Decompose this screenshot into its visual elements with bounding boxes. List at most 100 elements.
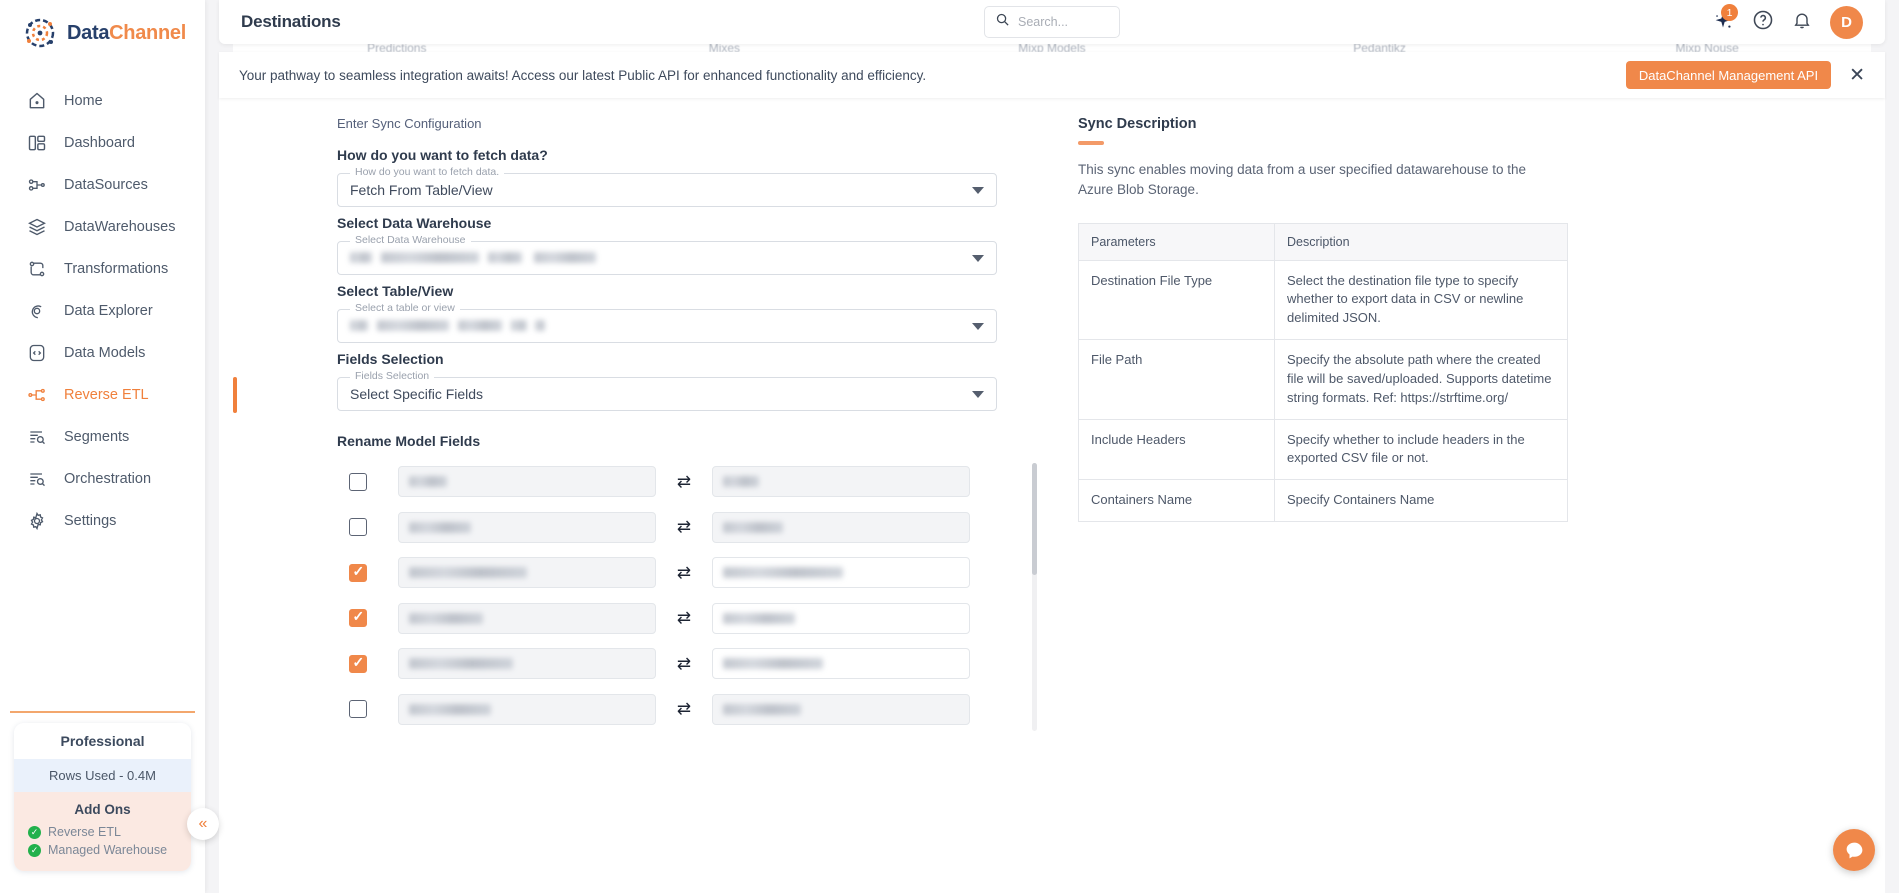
- source-field-input[interactable]: [398, 511, 656, 543]
- sidebar-collapse-button[interactable]: «: [187, 808, 219, 840]
- rename-field-checkbox[interactable]: [349, 518, 367, 537]
- source-field-input[interactable]: [398, 466, 656, 498]
- swap-arrows-icon: ⇄: [676, 699, 692, 719]
- reverse-etl-icon: [26, 384, 48, 406]
- rename-model-fields-title: Rename Model Fields: [337, 433, 481, 449]
- source-field-input[interactable]: [398, 557, 656, 589]
- avatar[interactable]: D: [1830, 5, 1863, 39]
- bell-icon[interactable]: [1792, 10, 1812, 35]
- top-bar-actions: 1 D: [1712, 4, 1863, 39]
- select-box[interactable]: [337, 241, 997, 275]
- dashboard-icon: [26, 132, 48, 154]
- sync-description-title: Sync Description: [1078, 116, 1197, 132]
- table-header-row: Parameters Description: [1078, 222, 1568, 261]
- chat-support-button[interactable]: [1833, 829, 1875, 871]
- ai-assistant-button[interactable]: 1: [1712, 4, 1738, 33]
- rename-field-checkbox[interactable]: [349, 654, 367, 673]
- close-icon[interactable]: ✕: [1849, 66, 1865, 85]
- brand-name-part1: Data: [67, 21, 110, 44]
- sidebar-item-data-models[interactable]: Data Models: [0, 332, 205, 374]
- management-api-button[interactable]: DataChannel Management API: [1625, 61, 1832, 89]
- chevron-down-icon: [972, 322, 984, 330]
- search-input[interactable]: Search...: [984, 6, 1120, 38]
- segments-icon: [26, 426, 48, 448]
- parameter-description: Specify the absolute path where the crea…: [1274, 339, 1568, 420]
- select-value: Select Specific Fields: [350, 386, 484, 402]
- sidebar-item-label: Settings: [64, 513, 117, 529]
- table-view-select[interactable]: Select a table or view: [337, 302, 997, 343]
- sidebar-item-label: Data Models: [64, 345, 146, 361]
- check-circle-icon: ✓: [28, 825, 41, 839]
- sidebar-item-settings[interactable]: Settings: [0, 500, 205, 542]
- fields-selection-select[interactable]: Fields Selection Select Specific Fields: [337, 370, 997, 411]
- sidebar-item-home[interactable]: Home: [0, 80, 205, 122]
- sidebar-item-transformations[interactable]: Transformations: [0, 248, 205, 290]
- target-field-input[interactable]: [712, 648, 970, 680]
- top-bar: Destinations Search... 1 D: [219, 0, 1885, 44]
- brand-name: DataChannel: [67, 22, 186, 45]
- sidebar-item-dashboard[interactable]: Dashboard: [0, 122, 205, 164]
- rename-field-row: ⇄: [337, 505, 1037, 551]
- target-field-input[interactable]: [712, 557, 970, 589]
- brand-logo-area[interactable]: DataChannel: [0, 0, 205, 66]
- parameter-name: Destination File Type: [1078, 259, 1275, 341]
- rename-field-row: ⇄: [337, 732, 1037, 737]
- rename-field-checkbox[interactable]: [349, 700, 367, 719]
- search-icon: [995, 12, 1010, 32]
- source-field-input[interactable]: [398, 602, 656, 634]
- app-root: DataChannel Home Dashboard DataSources D…: [0, 0, 1899, 893]
- main-area: Predictions Mixes Mixp Models Pedantikz …: [205, 0, 1899, 893]
- sidebar-item-datawarehouses[interactable]: DataWarehouses: [0, 206, 205, 248]
- parameter-description: Select the destination file type to spec…: [1274, 259, 1568, 341]
- addon-label: Managed Warehouse: [48, 843, 168, 857]
- select-legend: How do you want to fetch data.: [350, 166, 505, 178]
- field-title-fields-selection: Fields Selection: [337, 351, 444, 367]
- table-row: Destination File Type Select the destinat…: [1078, 259, 1568, 341]
- target-field-input[interactable]: [712, 693, 970, 725]
- select-box[interactable]: Fetch From Table/View: [337, 173, 997, 207]
- chevron-down-icon: [972, 254, 984, 262]
- data-explorer-icon: [26, 300, 48, 322]
- parameter-name: Containers Name: [1078, 479, 1275, 523]
- rename-field-checkbox[interactable]: [349, 608, 367, 628]
- source-field-input[interactable]: [398, 693, 656, 725]
- plan-name: Professional: [14, 723, 191, 759]
- select-box[interactable]: Select Specific Fields: [337, 377, 997, 411]
- sidebar-item-data-explorer[interactable]: Data Explorer: [0, 290, 205, 332]
- addon-item: ✓ Managed Warehouse: [14, 841, 191, 859]
- select-legend: Select a table or view: [350, 302, 460, 314]
- select-box[interactable]: [337, 309, 997, 343]
- rename-field-row: ⇄: [337, 550, 1037, 596]
- rename-fields-list: ⇄ ⇄ ⇄ ⇄ ⇄ ⇄ ⇄: [337, 459, 1037, 737]
- field-title-data-warehouse: Select Data Warehouse: [337, 215, 492, 231]
- sidebar-item-label: Orchestration: [64, 471, 152, 487]
- rename-field-checkbox[interactable]: [349, 563, 367, 582]
- fetch-method-select[interactable]: How do you want to fetch data. Fetch Fro…: [337, 166, 997, 207]
- select-value: Fetch From Table/View: [350, 182, 493, 198]
- rename-field-checkbox[interactable]: [349, 472, 367, 491]
- data-warehouse-select[interactable]: Select Data Warehouse: [337, 234, 997, 275]
- source-field-input[interactable]: [398, 648, 656, 680]
- plan-rows-used: Rows Used - 0.4M: [14, 759, 191, 792]
- gear-icon: [26, 510, 48, 532]
- home-icon: [26, 90, 48, 112]
- rename-scrollbar-thumb[interactable]: [1032, 463, 1037, 575]
- target-field-input[interactable]: [712, 511, 970, 543]
- target-field-input[interactable]: [712, 466, 970, 498]
- search-placeholder: Search...: [1018, 15, 1069, 29]
- active-indicator: [233, 377, 237, 413]
- sidebar-item-segments[interactable]: Segments: [0, 416, 205, 458]
- sidebar-item-reverse-etl[interactable]: Reverse ETL: [0, 374, 237, 416]
- sidebar-item-orchestration[interactable]: Orchestration: [0, 458, 205, 500]
- plan-card: Professional Rows Used - 0.4M Add Ons ✓ …: [14, 723, 191, 871]
- swap-arrows-icon: ⇄: [676, 608, 692, 628]
- notification-badge: 1: [1721, 4, 1738, 21]
- help-icon[interactable]: [1752, 9, 1774, 36]
- sidebar-item-label: DataWarehouses: [64, 219, 176, 235]
- rename-rows-container: ⇄ ⇄ ⇄ ⇄ ⇄ ⇄ ⇄: [337, 459, 1037, 737]
- sidebar-item-datasources[interactable]: DataSources: [0, 164, 205, 206]
- swap-arrows-icon: ⇄: [676, 471, 692, 491]
- rename-field-row: ⇄: [337, 641, 1037, 687]
- target-field-input[interactable]: [712, 602, 970, 634]
